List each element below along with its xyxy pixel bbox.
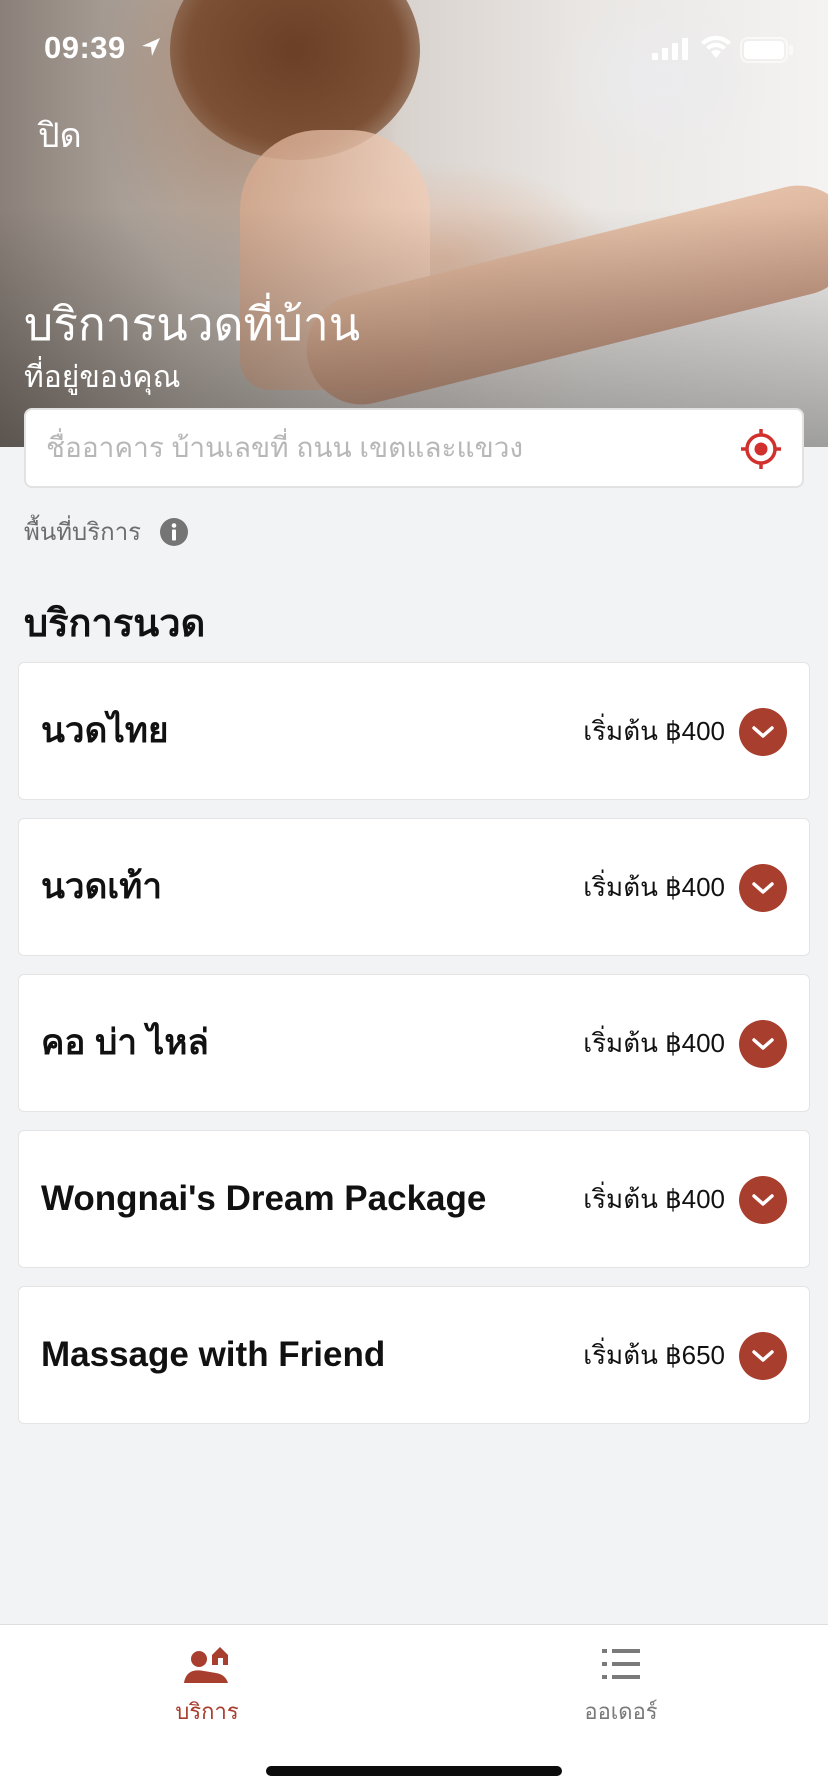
chevron-down-icon <box>752 1194 774 1206</box>
expand-service-button[interactable] <box>739 1176 787 1224</box>
service-name: Wongnai's Dream Package <box>41 1179 487 1218</box>
service-card-thai-massage[interactable]: นวดไทย เริ่มต้น ฿400 <box>18 662 810 800</box>
chevron-down-icon <box>752 882 774 894</box>
service-card-dream-package[interactable]: Wongnai's Dream Package เริ่มต้น ฿400 <box>18 1130 810 1268</box>
tab-services-label: บริการ <box>175 1699 239 1724</box>
close-button[interactable]: ปิด <box>38 108 82 162</box>
service-price: เริ่มต้น ฿650 <box>583 1340 725 1370</box>
address-label: ที่อยู่ของคุณ <box>24 361 181 394</box>
massage-services-heading: บริการนวด <box>24 603 206 645</box>
service-name: นวดไทย <box>41 711 169 750</box>
service-card-foot-massage[interactable]: นวดเท้า เริ่มต้น ฿400 <box>18 818 810 956</box>
chevron-down-icon <box>752 726 774 738</box>
service-price: เริ่มต้น ฿400 <box>583 1184 725 1214</box>
service-price: เริ่มต้น ฿400 <box>583 1028 725 1058</box>
location-arrow-icon <box>142 38 160 56</box>
home-indicator[interactable] <box>266 1766 562 1776</box>
status-time: 09:39 <box>44 30 126 65</box>
current-location-icon[interactable] <box>740 428 782 470</box>
cellular-signal-icon <box>652 38 688 60</box>
service-area-link[interactable]: พื้นที่บริการ <box>24 512 189 551</box>
wifi-icon <box>701 35 731 58</box>
app-screen: 09:39 ปิด บริการนวดที่บ้าน ที่อยู่ของคุณ… <box>0 0 828 1792</box>
service-price: เริ่มต้น ฿400 <box>583 716 725 746</box>
page-title: บริการนวดที่บ้าน <box>24 298 361 350</box>
tab-orders-label: ออเดอร์ <box>584 1699 658 1724</box>
hero-banner: 09:39 ปิด บริการนวดที่บ้าน ที่อยู่ของคุณ <box>0 0 828 447</box>
address-field[interactable] <box>24 408 804 488</box>
service-name: นวดเท้า <box>41 867 162 906</box>
service-area-label: พื้นที่บริการ <box>24 519 142 546</box>
service-name: Massage with Friend <box>41 1335 386 1374</box>
expand-service-button[interactable] <box>739 1020 787 1068</box>
battery-icon <box>740 37 793 63</box>
address-input[interactable] <box>46 410 726 486</box>
tab-orders[interactable]: ออเดอร์ <box>521 1643 721 1729</box>
expand-service-button[interactable] <box>739 708 787 756</box>
chevron-down-icon <box>752 1350 774 1362</box>
status-bar: 09:39 <box>0 0 828 100</box>
list-icon <box>602 1649 640 1679</box>
service-list: นวดไทย เริ่มต้น ฿400 นวดเท้า เริ่มต้น ฿4… <box>18 662 810 1442</box>
info-icon[interactable] <box>159 517 189 547</box>
service-price: เริ่มต้น ฿400 <box>583 872 725 902</box>
expand-service-button[interactable] <box>739 1332 787 1380</box>
service-card-massage-with-friend[interactable]: Massage with Friend เริ่มต้น ฿650 <box>18 1286 810 1424</box>
service-name: คอ บ่า ไหล่ <box>41 1023 209 1062</box>
tab-services[interactable]: บริการ <box>107 1643 307 1729</box>
expand-service-button[interactable] <box>739 864 787 912</box>
massage-service-icon <box>184 1647 228 1683</box>
service-card-neck-shoulder[interactable]: คอ บ่า ไหล่ เริ่มต้น ฿400 <box>18 974 810 1112</box>
chevron-down-icon <box>752 1038 774 1050</box>
